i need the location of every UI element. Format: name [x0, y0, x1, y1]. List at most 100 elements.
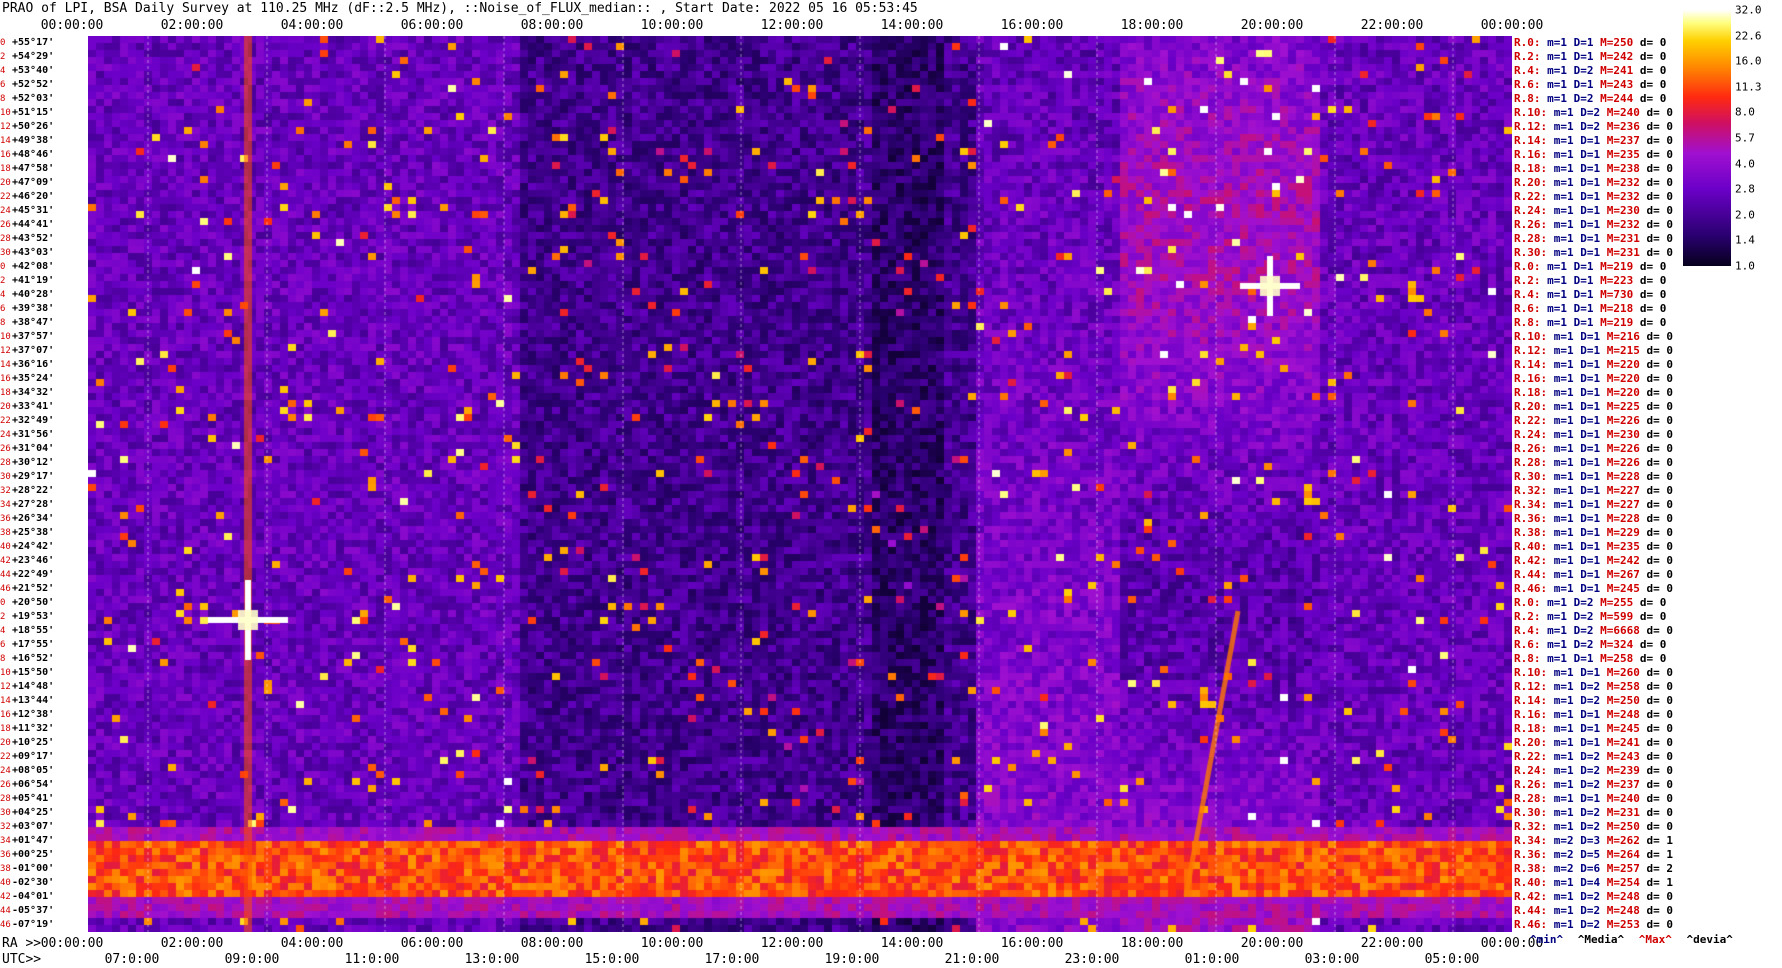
stats-min: m=1: [1540, 610, 1574, 623]
stats-min: m=1: [1547, 358, 1581, 371]
stats-min: m=1: [1547, 498, 1581, 511]
stats-row-name: R.0:: [1514, 260, 1541, 273]
stats-row-name: R.30:: [1514, 470, 1548, 483]
stats-max: M=243: [1600, 78, 1640, 91]
declination-index: 16: [0, 150, 11, 160]
declination-value: +39°38': [12, 303, 55, 314]
stats-row: R.30: m=1 D=1 M=231 d= 0: [1514, 247, 1673, 258]
declination-value: +00°25': [12, 849, 55, 860]
declination-row: 10+51°15': [0, 108, 54, 119]
stats-deviation: d= 0: [1646, 498, 1674, 511]
stats-d: D=1: [1580, 722, 1607, 735]
spectrogram-canvas[interactable]: [88, 36, 1512, 932]
receiver-stats-panel: R.0: m=1 D=1 M=250 d= 0 R.2: m=1 D=1 M=24…: [1514, 36, 1684, 932]
stats-row: R.24: m=1 D=2 M=239 d= 0: [1514, 765, 1673, 776]
stats-deviation: d= 0: [1646, 190, 1674, 203]
stats-max: M=240: [1606, 792, 1647, 805]
stats-max: M=229: [1606, 526, 1647, 539]
declination-value: +55°17': [12, 37, 55, 48]
declination-value: +42°08': [12, 261, 55, 272]
stats-max: M=245: [1606, 582, 1647, 595]
axis-tick-label: 00:00:00: [1480, 18, 1544, 33]
stats-row: R.22: m=1 D=2 M=243 d= 0: [1514, 751, 1673, 762]
stats-max: M=248: [1606, 904, 1647, 917]
declination-index: 12: [0, 682, 11, 692]
stats-row-name: R.0:: [1514, 596, 1541, 609]
declination-row: 34+01°47': [0, 836, 54, 847]
stats-max: M=227: [1606, 498, 1647, 511]
stats-min: m=1: [1547, 750, 1581, 763]
declination-value: +08°05': [12, 765, 55, 776]
stats-row: R.16: m=1 D=1 M=220 d= 0: [1514, 373, 1673, 384]
stats-max: M=262: [1606, 834, 1647, 847]
stats-row: R.16: m=1 D=1 M=248 d= 0: [1514, 709, 1673, 720]
colorbar-tick: 2.0: [1735, 208, 1755, 222]
stats-row: R.32: m=1 D=2 M=250 d= 0: [1514, 821, 1673, 832]
stats-row-name: R.34:: [1514, 498, 1548, 511]
stats-row: R.14: m=1 D=1 M=237 d= 0: [1514, 135, 1673, 146]
declination-index: 8: [0, 318, 6, 328]
stats-min: m=1: [1547, 540, 1581, 553]
declination-value: +05°41': [12, 793, 55, 804]
spectrogram-plot[interactable]: [88, 36, 1512, 932]
stats-min: m=1: [1547, 372, 1581, 385]
stats-row-name: R.10:: [1514, 106, 1548, 119]
declination-index: 16: [0, 374, 11, 384]
stats-deviation: d= 0: [1639, 36, 1667, 49]
utc-tick-label: 15:0:00: [584, 952, 640, 967]
stats-row-name: R.16:: [1514, 708, 1548, 721]
stats-min: m=1: [1547, 582, 1581, 595]
axis-tick-label: 04:00:00: [280, 936, 344, 951]
declination-row: 18+47°58': [0, 164, 54, 175]
stats-deviation: d= 0: [1639, 64, 1667, 77]
declination-value: +44°41': [12, 219, 55, 230]
stats-row-name: R.28:: [1514, 792, 1548, 805]
declination-index: 36: [0, 850, 11, 860]
stats-deviation: d= 0: [1639, 610, 1667, 623]
stats-d: D=1: [1580, 582, 1607, 595]
stats-min: m=1: [1547, 386, 1581, 399]
stats-deviation: d= 0: [1646, 456, 1674, 469]
stats-deviation: d= 0: [1646, 736, 1674, 749]
stats-row-name: R.44:: [1514, 904, 1548, 917]
declination-index: 10: [0, 108, 11, 118]
declination-index: 34: [0, 500, 11, 510]
stats-min: m=1: [1540, 78, 1574, 91]
stats-row-name: R.32:: [1514, 484, 1548, 497]
stats-row-name: R.14:: [1514, 134, 1548, 147]
declination-value: +43°03': [12, 247, 55, 258]
stats-row: R.4: m=1 D=2 M=6668 d= 0: [1514, 625, 1673, 636]
stats-max: M=250: [1606, 694, 1647, 707]
axis-tick-label: 02:00:00: [160, 936, 224, 951]
declination-index: 24: [0, 206, 11, 216]
declination-row: 4 +18°55': [0, 626, 54, 637]
declination-row: 28+05°41': [0, 793, 55, 805]
declination-value: +13°44': [12, 695, 55, 706]
stats-row-name: R.22:: [1514, 190, 1548, 203]
ra-axis-prefix: RA >>: [2, 936, 42, 951]
stats-max: M=235: [1606, 540, 1647, 553]
axis-tick-label: 06:00:00: [400, 18, 464, 33]
utc-tick-label: 05:0:00: [1424, 952, 1480, 967]
declination-index: 22: [0, 752, 11, 762]
stats-row: R.6: m=1 D=1 M=243 d= 0: [1514, 79, 1666, 90]
declination-index: 44: [0, 906, 11, 916]
axis-tick-label: 04:00:00: [280, 18, 344, 33]
stats-row-name: R.18:: [1514, 386, 1548, 399]
stats-row-name: R.14:: [1514, 358, 1548, 371]
stats-row: R.20: m=1 D=1 M=241 d= 0: [1514, 737, 1673, 748]
stats-min: m=1: [1547, 554, 1581, 567]
stats-deviation: d= 0: [1646, 680, 1674, 693]
stats-row: R.24: m=1 D=1 M=230 d= 0: [1514, 205, 1673, 216]
stats-row-name: R.36:: [1514, 512, 1548, 525]
declination-value: +35°24': [12, 373, 55, 384]
stats-row-name: R.20:: [1514, 176, 1548, 189]
stats-row-name: R.26:: [1514, 442, 1548, 455]
declination-value: +10°25': [12, 737, 55, 748]
stats-max: M=243: [1606, 750, 1647, 763]
declination-row: 26+44°41': [0, 219, 55, 231]
declination-value: +17°55': [12, 639, 55, 650]
declination-value: +06°54': [12, 779, 55, 790]
stats-row: R.26: m=1 D=2 M=237 d= 0: [1514, 779, 1673, 790]
declination-row: 30+29°17': [0, 472, 54, 483]
